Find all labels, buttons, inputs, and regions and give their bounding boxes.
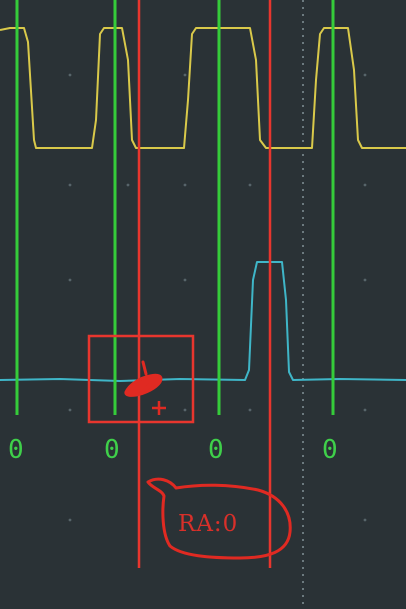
oscilloscope-screen[interactable]: 0 0 0 0 RA:0 <box>0 0 406 609</box>
channel-label-2: 0 <box>104 435 120 465</box>
channel-label-3: 0 <box>208 435 224 465</box>
ra-readout: RA:0 <box>178 511 238 537</box>
channel-label-4: 0 <box>322 435 338 465</box>
channel-label-1: 0 <box>8 435 24 465</box>
